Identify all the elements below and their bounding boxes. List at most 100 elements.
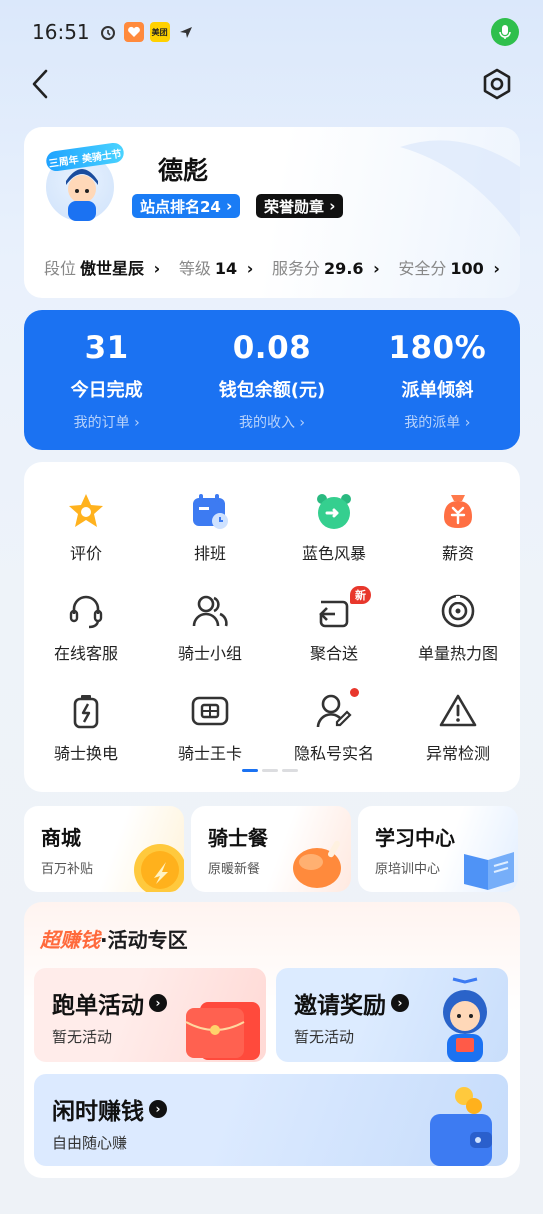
group-icon bbox=[189, 590, 231, 632]
summary-label: 钱包余额(元) bbox=[218, 380, 326, 401]
mini-card-subtitle: 原培训中心 bbox=[375, 862, 441, 877]
meituan-app-icon: 美团 bbox=[149, 22, 170, 42]
feature-rider-group[interactable]: 骑士小组 bbox=[148, 590, 272, 664]
stat-rank-tier[interactable]: 段位 傲世星辰 › bbox=[44, 255, 160, 279]
summary-label: 派单倾斜 bbox=[401, 380, 474, 401]
clock-time: 16:51 bbox=[32, 20, 90, 44]
decor-wing-icon bbox=[400, 140, 520, 237]
feature-grid: 评价 排班 蓝色风暴 薪资 在线客服 骑士小组 新 聚合送 单量热力图 骑士换电… bbox=[24, 490, 520, 764]
feature-label: 在线客服 bbox=[53, 644, 118, 663]
arrow-right-icon: › bbox=[391, 994, 409, 1012]
mall-card[interactable]: 商城 百万补贴 bbox=[24, 806, 184, 892]
feature-blue-storm[interactable]: 蓝色风暴 bbox=[272, 490, 396, 564]
stat-value: 29.6 bbox=[324, 259, 364, 278]
red-envelope-icon bbox=[185, 1002, 260, 1060]
mini-card-subtitle: 原暖新餐 bbox=[208, 862, 261, 877]
feature-label: 单量热力图 bbox=[417, 644, 498, 663]
summary-value: 31 bbox=[84, 330, 129, 366]
stat-value: 傲世星辰 bbox=[80, 259, 145, 278]
money-bag-icon bbox=[437, 490, 479, 532]
tile-title-text: 闲时赚钱 bbox=[52, 1099, 144, 1125]
summary-card: 31 今日完成 我的订单 › 0.08 钱包余额(元) 我的收入 › 180% … bbox=[24, 310, 520, 450]
summary-label: 今日完成 bbox=[70, 380, 143, 401]
new-badge: 新 bbox=[350, 586, 371, 604]
my-dispatch-link[interactable]: 我的派单 › bbox=[355, 412, 520, 432]
feature-label: 排班 bbox=[193, 544, 226, 563]
tile-title: 邀请奖励 › bbox=[294, 986, 409, 1020]
profile-card: 三周年 美骑士节 德彪 站点排名24 › 荣誉勋章 › 段位 傲世星辰 › 等级 1… bbox=[24, 127, 520, 298]
feature-schedule[interactable]: 排班 bbox=[148, 490, 272, 564]
stat-safety-score[interactable]: 安全分 100 › bbox=[398, 255, 500, 279]
activity-zone: 超赚钱·活动专区 跑单活动 › 暂无活动 邀请奖励 › 暂无活动 闲时赚钱 › 自由随… bbox=[24, 902, 520, 1178]
wallet-coins-icon bbox=[430, 1087, 492, 1166]
star-icon bbox=[65, 490, 107, 532]
feature-order-heatmap[interactable]: 单量热力图 bbox=[396, 590, 520, 664]
dispatch-tilt-block[interactable]: 180% 派单倾斜 我的派单 › bbox=[355, 310, 520, 450]
feature-privacy-verify[interactable]: 隐私号实名 bbox=[272, 688, 396, 764]
back-arrow-icon[interactable] bbox=[30, 68, 50, 104]
activity-title: ·活动专区 bbox=[100, 928, 188, 952]
privacy-user-icon bbox=[313, 688, 359, 732]
tile-title-text: 邀请奖励 bbox=[294, 993, 386, 1019]
feature-label: 骑士王卡 bbox=[177, 744, 242, 763]
summary-sub: 我的派单 bbox=[404, 415, 461, 431]
rider-name: 德彪 bbox=[158, 156, 209, 185]
alarm-clock-icon bbox=[313, 490, 355, 532]
mini-card-title: 商城 bbox=[41, 826, 81, 850]
feature-label: 异常检测 bbox=[425, 744, 490, 763]
calendar-icon bbox=[189, 490, 231, 532]
feature-label: 评价 bbox=[69, 544, 102, 563]
honor-medal-label: 荣誉勋章 bbox=[264, 197, 325, 216]
mini-card-title: 学习中心 bbox=[375, 826, 455, 850]
feature-merge-delivery[interactable]: 新 聚合送 bbox=[272, 586, 396, 664]
learning-center-card[interactable]: 学习中心 原培训中心 bbox=[358, 806, 518, 892]
tile-title-text: 跑单活动 bbox=[52, 993, 144, 1019]
merge-delivery-icon: 新 bbox=[313, 586, 371, 632]
page-dot-active bbox=[242, 769, 258, 772]
my-orders-link[interactable]: 我的订单 › bbox=[24, 412, 189, 432]
station-rank-label: 站点排名24 bbox=[140, 197, 221, 216]
running-activity-tile[interactable]: 跑单活动 › 暂无活动 bbox=[34, 968, 266, 1062]
hot-earning-tag: 超赚钱 bbox=[40, 928, 100, 952]
arrow-right-icon: › bbox=[149, 994, 167, 1012]
feature-label: 聚合送 bbox=[309, 644, 358, 663]
heatmap-icon bbox=[437, 590, 479, 632]
feature-rider-king-card[interactable]: 骑士王卡 bbox=[148, 690, 272, 764]
stat-level[interactable]: 等级 14 › bbox=[179, 255, 253, 279]
summary-sub: 我的收入 bbox=[238, 415, 295, 431]
stat-value: 100 bbox=[450, 259, 484, 278]
invite-reward-tile[interactable]: 邀请奖励 › 暂无活动 bbox=[276, 968, 508, 1062]
feature-label: 骑士小组 bbox=[177, 644, 242, 663]
my-income-link[interactable]: 我的收入 › bbox=[189, 412, 354, 432]
feature-online-support[interactable]: 在线客服 bbox=[24, 590, 148, 664]
alarm-status-icon bbox=[98, 22, 118, 42]
stat-value: 14 bbox=[214, 259, 238, 278]
microphone-icon bbox=[491, 18, 519, 46]
book-icon bbox=[464, 852, 514, 890]
today-completed-block[interactable]: 31 今日完成 我的订单 › bbox=[24, 310, 189, 450]
idle-earning-tile[interactable]: 闲时赚钱 › 自由随心赚 bbox=[34, 1074, 508, 1166]
sim-card-icon bbox=[189, 690, 231, 732]
profile-stats: 段位 傲世星辰 › 等级 14 › 服务分 29.6 › 安全分 100 › bbox=[44, 255, 500, 279]
feature-salary[interactable]: 薪资 bbox=[396, 490, 520, 564]
feature-anomaly-check[interactable]: 异常检测 bbox=[396, 690, 520, 764]
status-bar: 16:51 美团 bbox=[32, 14, 519, 50]
top-nav bbox=[30, 62, 513, 110]
chicken-leg-icon bbox=[293, 840, 341, 888]
feature-rating[interactable]: 评价 bbox=[24, 490, 148, 564]
stat-label: 等级 bbox=[178, 259, 211, 278]
settings-gear-icon[interactable] bbox=[481, 68, 513, 104]
summary-sub: 我的订单 bbox=[73, 415, 130, 431]
stat-service-score[interactable]: 服务分 29.6 › bbox=[272, 255, 380, 279]
tile-subtitle: 暂无活动 bbox=[52, 1028, 113, 1046]
page-dot bbox=[282, 769, 298, 772]
tile-title: 跑单活动 › bbox=[52, 986, 167, 1020]
rider-meal-card[interactable]: 骑士餐 原暖新餐 bbox=[191, 806, 351, 892]
honor-medal-button[interactable]: 荣誉勋章 › bbox=[256, 194, 344, 218]
wallet-balance-block[interactable]: 0.08 钱包余额(元) 我的收入 › bbox=[189, 310, 354, 450]
summary-value: 180% bbox=[388, 330, 487, 366]
activity-header: 超赚钱·活动专区 bbox=[40, 924, 188, 953]
page-dot bbox=[262, 769, 278, 772]
feature-battery-swap[interactable]: 骑士换电 bbox=[24, 690, 148, 764]
station-rank-button[interactable]: 站点排名24 › bbox=[132, 194, 241, 218]
